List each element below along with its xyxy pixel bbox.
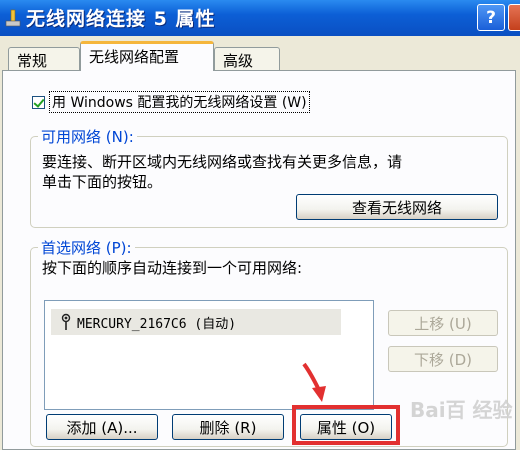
preferred-description: 按下面的顺序自动连接到一个可用网络: bbox=[42, 259, 303, 277]
available-description-line2: 单击下面的按钮。 bbox=[42, 173, 163, 191]
network-connection-icon bbox=[5, 9, 21, 27]
red-arrow-icon bbox=[302, 362, 326, 402]
available-networks-title: 可用网络 (N): bbox=[38, 126, 137, 147]
preferred-networks-title: 首选网络 (P): bbox=[38, 237, 135, 258]
list-item[interactable]: MERCURY_2167C6 (自动) bbox=[51, 309, 341, 335]
close-button[interactable] bbox=[508, 4, 520, 31]
help-button[interactable]: ? bbox=[477, 4, 505, 31]
highlight-box bbox=[292, 405, 400, 445]
network-name: MERCURY_2167C6 (自动) bbox=[77, 316, 237, 332]
move-down-button[interactable]: 下移 (D) bbox=[388, 346, 498, 372]
available-description-line1: 要连接、断开区域内无线网络或查找有关更多信息，请 bbox=[42, 153, 403, 171]
wireless-antenna-icon bbox=[61, 313, 71, 330]
tab-wireless-config[interactable]: 无线网络配置 bbox=[80, 41, 214, 71]
checkbox-box[interactable] bbox=[32, 95, 45, 109]
tab-general[interactable]: 常规 bbox=[8, 47, 80, 71]
watermark: Bai百 经验 bbox=[410, 398, 513, 422]
remove-button[interactable]: 删除 (R) bbox=[172, 414, 284, 440]
add-button[interactable]: 添加 (A)... bbox=[46, 414, 158, 440]
move-up-button[interactable]: 上移 (U) bbox=[388, 310, 498, 336]
use-windows-config-checkbox[interactable]: 用 Windows 配置我的无线网络设置 (W) bbox=[32, 91, 310, 113]
tab-advanced[interactable]: 高级 bbox=[214, 47, 280, 71]
title-bar[interactable]: 无线网络连接 5 属性 ? bbox=[0, 0, 520, 36]
window-title: 无线网络连接 5 属性 bbox=[26, 8, 216, 30]
checkbox-label: 用 Windows 配置我的无线网络设置 (W) bbox=[49, 91, 310, 113]
view-wireless-networks-button[interactable]: 查看无线网络 bbox=[296, 194, 498, 220]
